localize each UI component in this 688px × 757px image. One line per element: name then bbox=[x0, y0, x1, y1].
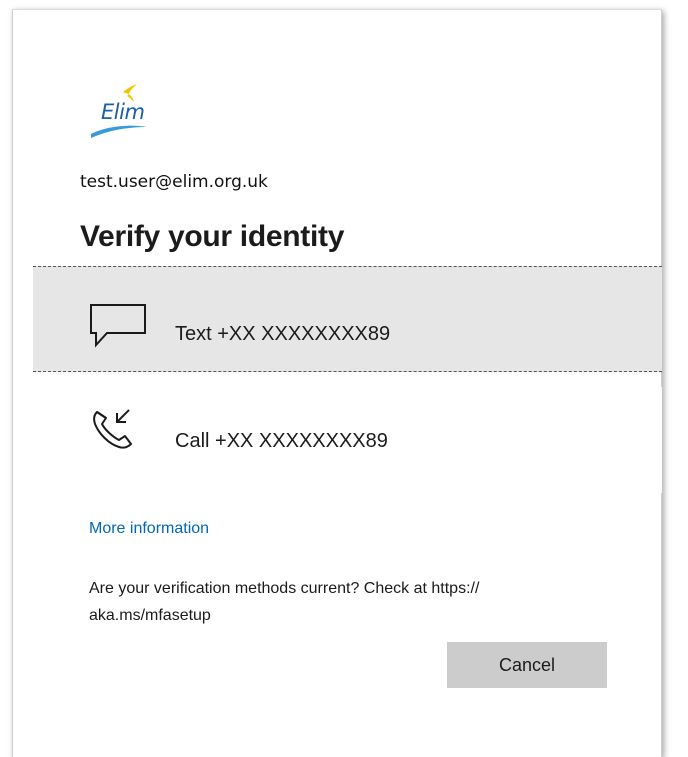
page-title: Verify your identity bbox=[80, 220, 345, 253]
logo-text: Elim bbox=[101, 100, 145, 124]
verify-option-text-label: Text +XX XXXXXXXX89 bbox=[175, 323, 391, 345]
sign-in-card: Elim test.user@elim.org.uk Verify your i… bbox=[12, 9, 662, 757]
chat-bubble-icon bbox=[89, 303, 149, 353]
elim-logo: Elim bbox=[85, 80, 155, 144]
phone-call-icon bbox=[89, 402, 149, 452]
verification-notice: Are your verification methods current? C… bbox=[89, 575, 629, 629]
verify-option-call[interactable]: Call +XX XXXXXXXX89 bbox=[33, 387, 662, 493]
verify-option-call-label: Call +XX XXXXXXXX89 bbox=[175, 430, 388, 452]
notice-line-2: aka.ms/mfasetup bbox=[89, 607, 211, 624]
more-information-link[interactable]: More information bbox=[89, 520, 209, 538]
verify-option-text[interactable]: Text +XX XXXXXXXX89 bbox=[33, 266, 662, 372]
notice-line-1: Are your verification methods current? C… bbox=[89, 580, 480, 597]
account-email: test.user@elim.org.uk bbox=[80, 172, 268, 192]
cancel-button[interactable]: Cancel bbox=[447, 642, 607, 688]
